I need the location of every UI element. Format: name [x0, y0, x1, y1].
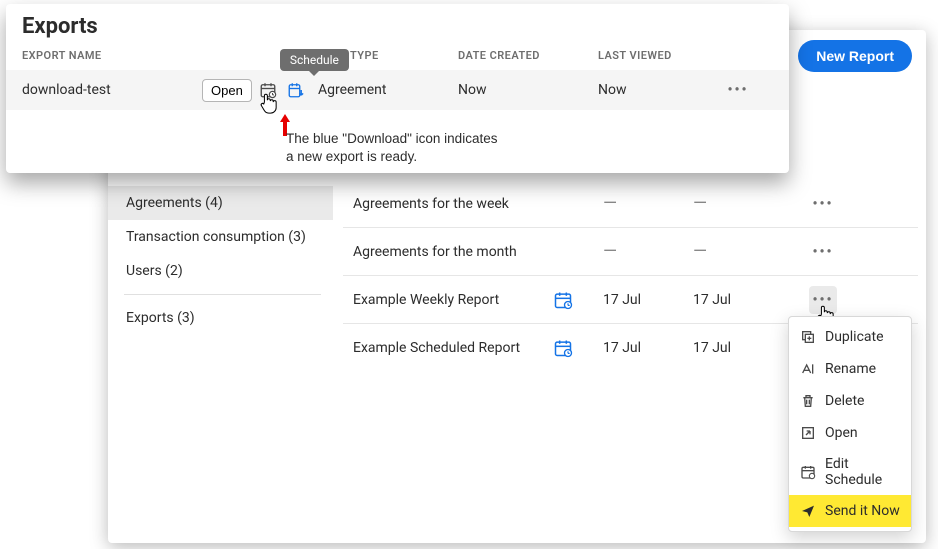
exports-panel: Exports EXPORT NAME DATA TYPE DATE CREAT… [6, 4, 789, 173]
export-row[interactable]: download-test Open Schedule [6, 70, 789, 110]
more-button[interactable]: ••• [809, 190, 837, 218]
report-row[interactable]: Agreements for the month — — ••• [343, 228, 918, 276]
report-date2: — [693, 241, 793, 262]
schedule-col [553, 290, 603, 310]
export-name: download-test [6, 82, 202, 98]
menu-send-it-now[interactable]: Send it Now [789, 495, 911, 527]
menu-label: Open [825, 425, 858, 441]
report-date1: — [603, 241, 693, 262]
menu-edit-schedule[interactable]: Edit Schedule [789, 449, 911, 495]
dots-icon: ••• [727, 82, 748, 98]
more-button[interactable]: ••• [809, 238, 837, 266]
send-icon [799, 502, 817, 520]
schedule-button[interactable]: Schedule [256, 78, 280, 102]
exports-table-header: EXPORT NAME DATA TYPE DATE CREATED LAST … [6, 45, 789, 70]
report-date1: 17 Jul [603, 292, 693, 308]
tooltip: Schedule [280, 49, 349, 71]
menu-label: Send it Now [825, 503, 900, 519]
cursor-hand-icon [258, 90, 280, 116]
dots-icon: ••• [812, 196, 833, 212]
report-date1: 17 Jul [603, 340, 693, 356]
menu-label: Delete [825, 393, 864, 409]
divider [124, 294, 321, 295]
rename-icon [799, 360, 817, 378]
menu-label: Rename [825, 361, 876, 377]
header-date-created: DATE CREATED [458, 49, 598, 62]
sidebar-item-users[interactable]: Users (2) [108, 254, 333, 288]
more-button[interactable]: ••• [724, 76, 752, 104]
open-button[interactable]: Open [202, 79, 252, 102]
report-name: Agreements for the month [343, 244, 553, 260]
calendar-icon [553, 290, 573, 310]
open-icon [799, 424, 817, 442]
sidebar: Agreements (4) Transaction consumption (… [108, 186, 333, 335]
more-button[interactable]: ••• [809, 286, 837, 314]
menu-label: Duplicate [825, 329, 884, 345]
menu-rename[interactable]: Rename [789, 353, 911, 385]
header-export-name: EXPORT NAME [6, 49, 318, 62]
report-date2: 17 Jul [693, 340, 793, 356]
trash-icon [799, 392, 817, 410]
schedule-col [553, 338, 603, 358]
report-date2: 17 Jul [693, 292, 793, 308]
sidebar-item-agreements[interactable]: Agreements (4) [108, 186, 333, 220]
report-name: Agreements for the week [343, 196, 553, 212]
calendar-icon [553, 338, 573, 358]
header-last-viewed: LAST VIEWED [598, 49, 718, 62]
download-button[interactable] [284, 78, 308, 102]
report-date2: — [693, 193, 793, 214]
report-row[interactable]: Agreements for the week — — ••• [343, 180, 918, 228]
menu-label: Edit Schedule [825, 456, 901, 488]
report-name: Example Weekly Report [343, 292, 553, 308]
download-icon [287, 81, 305, 99]
menu-duplicate[interactable]: Duplicate [789, 321, 911, 353]
export-viewed: Now [598, 82, 718, 98]
sidebar-item-exports[interactable]: Exports (3) [108, 301, 333, 335]
exports-title: Exports [6, 4, 789, 45]
duplicate-icon [799, 328, 817, 346]
export-created: Now [458, 82, 598, 98]
new-report-button[interactable]: New Report [798, 40, 912, 72]
report-date1: — [603, 193, 693, 214]
menu-open[interactable]: Open [789, 417, 911, 449]
dots-icon: ••• [812, 244, 833, 260]
sidebar-item-transaction-consumption[interactable]: Transaction consumption (3) [108, 220, 333, 254]
report-name: Example Scheduled Report [343, 340, 553, 356]
annotation-text: The blue "Download" icon indicates a new… [286, 130, 497, 165]
menu-delete[interactable]: Delete [789, 385, 911, 417]
context-menu: Duplicate Rename Delete Open Edit Schedu… [788, 316, 912, 532]
export-type: Agreement [318, 82, 458, 98]
calendar-icon [799, 463, 817, 481]
